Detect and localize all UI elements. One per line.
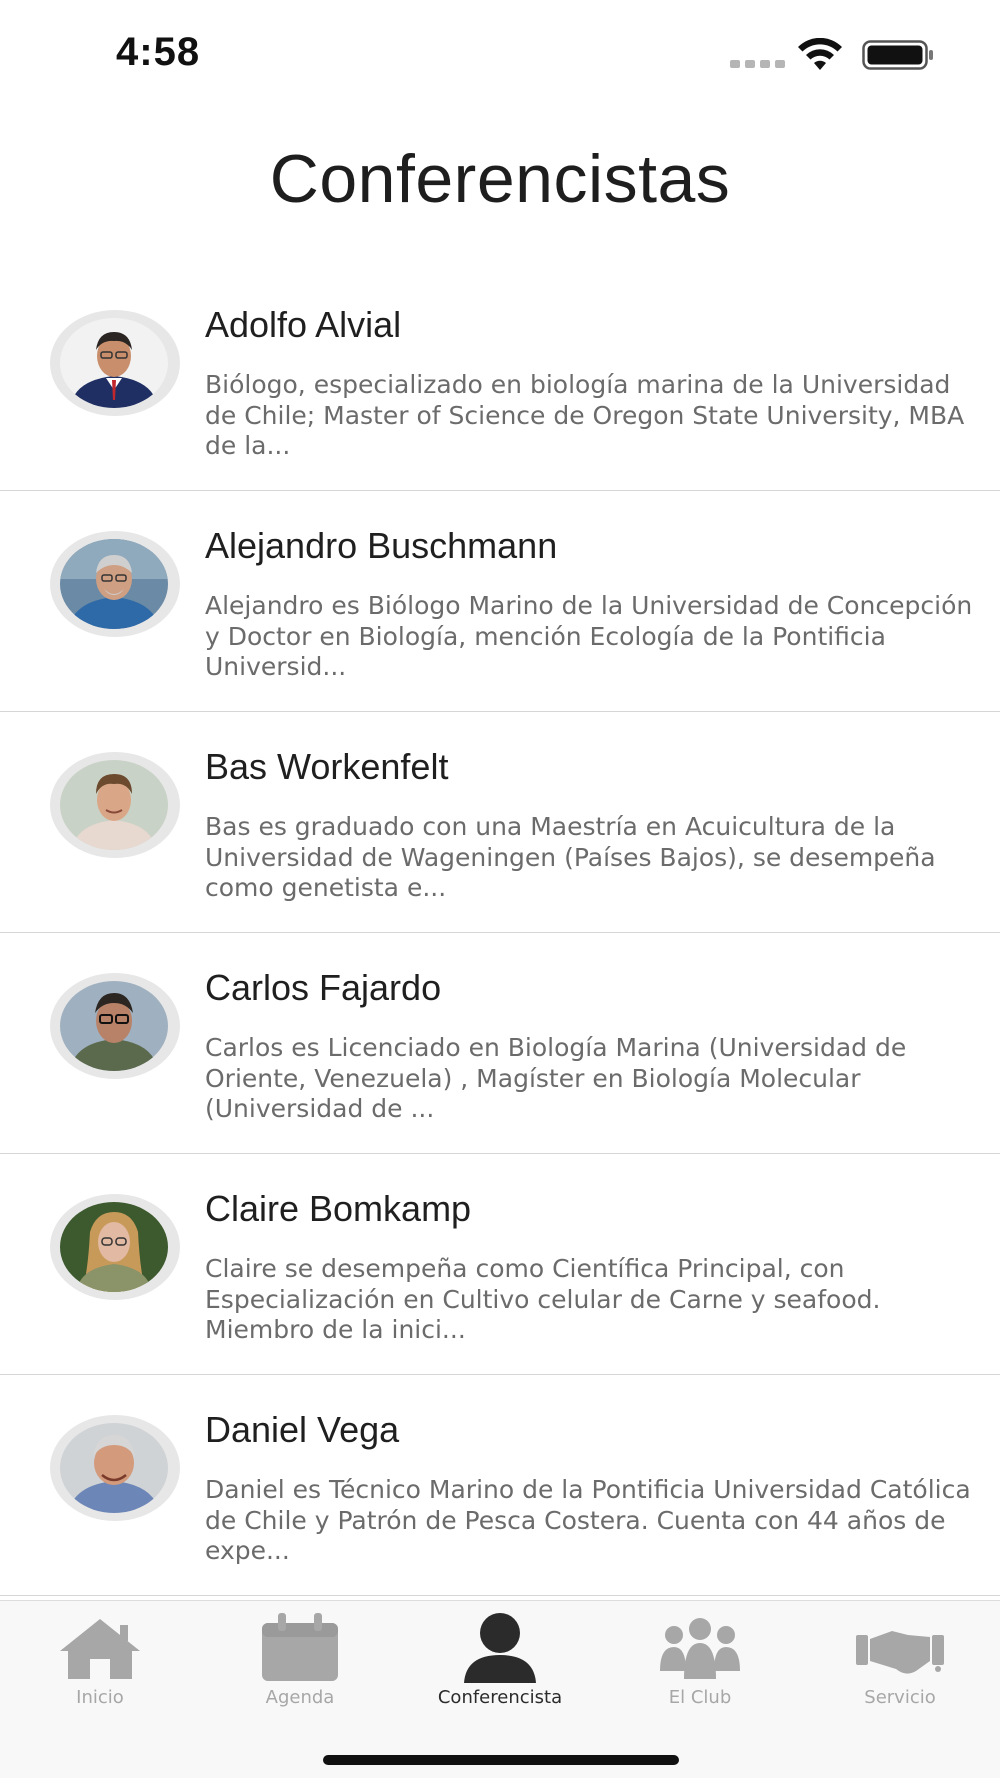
- page-title: Conferencistas: [269, 141, 731, 217]
- wifi-icon: [798, 38, 842, 70]
- speaker-bio: Daniel es Técnico Marino de la Pontifici…: [205, 1475, 971, 1565]
- home-icon: [60, 1619, 140, 1679]
- speaker-photo: [60, 981, 168, 1071]
- speaker-photo: [60, 1202, 168, 1292]
- status-bar: 4:58: [0, 0, 1000, 100]
- list-item[interactable]: Carlos Fajardo Carlos es Licenciado en B…: [0, 933, 1000, 1154]
- speaker-photo: [60, 318, 168, 408]
- speaker-name: Adolfo Alvial: [205, 304, 402, 345]
- home-indicator[interactable]: [323, 1755, 679, 1765]
- speaker-name: Claire Bomkamp: [205, 1188, 472, 1229]
- status-time: 4:58: [116, 30, 201, 74]
- speaker-bio: Claire se desempeña como Científica Prin…: [205, 1254, 881, 1344]
- speaker-name: Carlos Fajardo: [205, 967, 442, 1008]
- list-item[interactable]: Bas Workenfelt Bas es graduado con una M…: [0, 712, 1000, 933]
- battery-icon: [862, 40, 933, 70]
- tab-label: Servicio: [864, 1687, 936, 1708]
- person-icon: [464, 1613, 536, 1683]
- list-item[interactable]: Alejandro Buschmann Alejandro es Biólogo…: [0, 491, 1000, 712]
- tab-inicio[interactable]: Inicio: [0, 1609, 200, 1719]
- avatar: [50, 310, 180, 416]
- tab-agenda[interactable]: Agenda: [200, 1609, 400, 1719]
- tab-el-club[interactable]: El Club: [600, 1609, 800, 1719]
- speaker-photo: [60, 1423, 168, 1513]
- tab-conferencista[interactable]: Conferencista: [400, 1609, 600, 1719]
- avatar: [50, 1415, 180, 1521]
- speaker-list: Adolfo Alvial Biólogo, especializado en …: [0, 270, 1000, 1596]
- speaker-bio: Alejandro es Biólogo Marino de la Univer…: [205, 591, 973, 681]
- list-item[interactable]: Adolfo Alvial Biólogo, especializado en …: [0, 270, 1000, 491]
- speaker-name: Bas Workenfelt: [205, 746, 449, 787]
- list-item[interactable]: Daniel Vega Daniel es Técnico Marino de …: [0, 1375, 1000, 1596]
- speaker-photo: [60, 760, 168, 850]
- tab-bar: Inicio Agenda Conferencista El Club Serv…: [0, 1600, 1000, 1778]
- avatar: [50, 1194, 180, 1300]
- list-item[interactable]: Claire Bomkamp Claire se desempeña como …: [0, 1154, 1000, 1375]
- speaker-bio: Bas es graduado con una Maestría en Acui…: [205, 812, 936, 902]
- avatar: [50, 752, 180, 858]
- speaker-name: Daniel Vega: [205, 1409, 400, 1450]
- tab-label: Conferencista: [437, 1687, 563, 1708]
- tab-label: Inicio: [76, 1687, 124, 1708]
- group-icon: [660, 1618, 740, 1679]
- avatar: [50, 531, 180, 637]
- signal-dots-icon: [730, 60, 785, 68]
- speaker-bio: Biólogo, especializado en biología marin…: [205, 370, 965, 460]
- tab-label: Agenda: [265, 1687, 335, 1708]
- tab-label: El Club: [668, 1687, 732, 1708]
- handshake-icon: [856, 1631, 944, 1674]
- speaker-name: Alejandro Buschmann: [205, 525, 558, 566]
- speaker-bio: Carlos es Licenciado en Biología Marina …: [205, 1033, 907, 1123]
- speaker-photo: [60, 539, 168, 629]
- tab-servicio[interactable]: Servicio: [800, 1609, 1000, 1719]
- calendar-icon: [262, 1613, 338, 1681]
- avatar: [50, 973, 180, 1079]
